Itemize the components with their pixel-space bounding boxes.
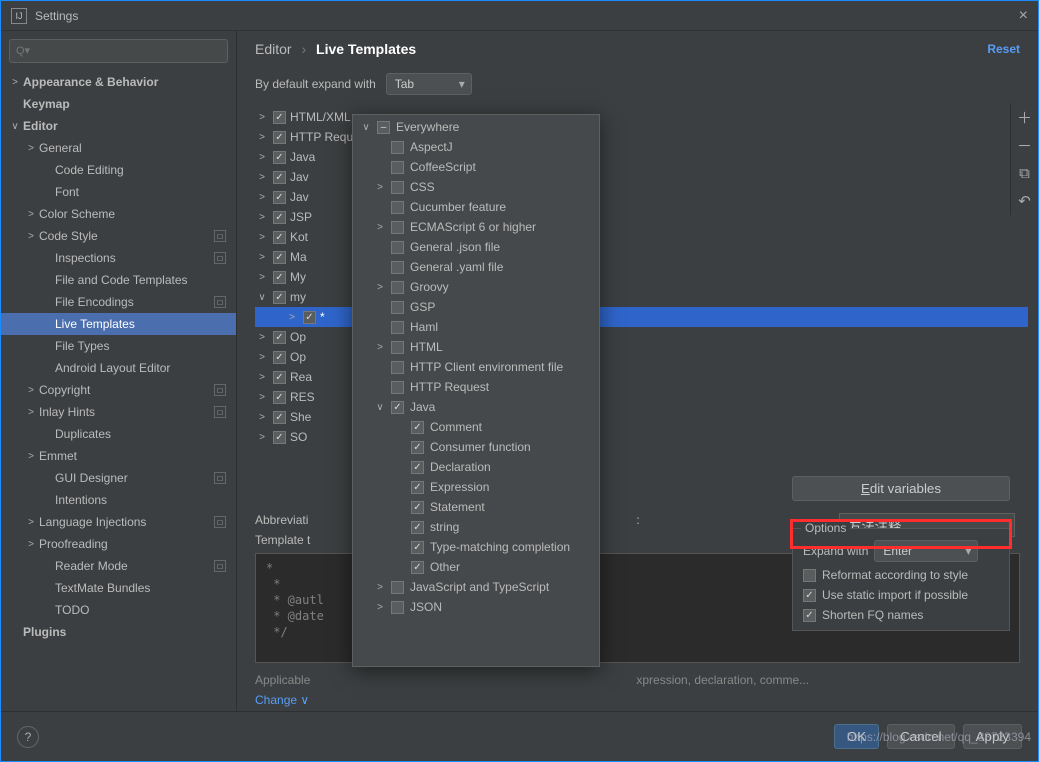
applicable-label: Applicable (255, 673, 310, 687)
sidebar-item[interactable]: Live Templates (1, 313, 236, 335)
popup-item[interactable]: CoffeeScript (353, 157, 599, 177)
sidebar-item[interactable]: TODO (1, 599, 236, 621)
static-import-label: Use static import if possible (822, 588, 968, 602)
abbrev-label: Abbreviati (255, 513, 308, 527)
sidebar-item[interactable]: Keymap (1, 93, 236, 115)
popup-item[interactable]: ∨Everywhere (353, 117, 599, 137)
cancel-button[interactable]: Cancel (887, 724, 955, 749)
remove-icon[interactable]: － (1011, 131, 1038, 159)
popup-item[interactable]: Comment (353, 417, 599, 437)
desc-label: : (636, 513, 639, 527)
edit-variables-button[interactable]: EEdit variablesdit variables (792, 476, 1010, 501)
popup-item[interactable]: Haml (353, 317, 599, 337)
sidebar-item[interactable]: >Proofreading (1, 533, 236, 555)
applicable-context: xpression, declaration, comme... (636, 673, 809, 687)
popup-item[interactable]: HTTP Request (353, 377, 599, 397)
default-expand-select[interactable]: Tab (386, 73, 472, 95)
settings-tree[interactable]: >Appearance & BehaviorKeymap∨Editor>Gene… (1, 67, 236, 711)
popup-item[interactable]: >ECMAScript 6 or higher (353, 217, 599, 237)
template-text-label: Template t (255, 533, 310, 547)
change-link[interactable]: Change ∨ (255, 693, 309, 707)
breadcrumb-root: Editor (255, 41, 292, 57)
popup-item[interactable]: Type-matching completion (353, 537, 599, 557)
ok-button[interactable]: OK (834, 724, 879, 749)
sidebar-item[interactable]: >Emmet (1, 445, 236, 467)
popup-item[interactable]: Cucumber feature (353, 197, 599, 217)
popup-item[interactable]: Statement (353, 497, 599, 517)
sidebar-item[interactable]: Android Layout Editor (1, 357, 236, 379)
close-icon[interactable]: × (1019, 7, 1028, 25)
reformat-checkbox[interactable] (803, 569, 816, 582)
sidebar-item[interactable]: >Code Style□ (1, 225, 236, 247)
sidebar-item[interactable]: File Encodings□ (1, 291, 236, 313)
search-input[interactable] (9, 39, 228, 63)
reset-link[interactable]: Reset (987, 42, 1020, 56)
popup-item[interactable]: Declaration (353, 457, 599, 477)
popup-item[interactable]: General .yaml file (353, 257, 599, 277)
options-group: Options Expand with Enter Reformat accor… (792, 528, 1010, 631)
popup-item[interactable]: >CSS (353, 177, 599, 197)
reformat-label: Reformat according to style (822, 568, 968, 582)
popup-item[interactable]: >HTML (353, 337, 599, 357)
window-title: Settings (35, 9, 78, 23)
context-popup[interactable]: ∨EverywhereAspectJCoffeeScript>CSSCucumb… (352, 114, 600, 667)
popup-item[interactable]: AspectJ (353, 137, 599, 157)
help-icon[interactable]: ? (17, 726, 39, 748)
sidebar-item[interactable]: Plugins (1, 621, 236, 643)
app-icon: IJ (11, 8, 27, 24)
popup-item[interactable]: Other (353, 557, 599, 577)
sidebar-item[interactable]: Intentions (1, 489, 236, 511)
popup-item[interactable]: >JSON (353, 597, 599, 617)
default-expand-label: By default expand with (255, 77, 376, 91)
sidebar-item[interactable]: File and Code Templates (1, 269, 236, 291)
sidebar-item[interactable]: Reader Mode□ (1, 555, 236, 577)
sidebar-item[interactable]: Inspections□ (1, 247, 236, 269)
popup-item[interactable]: >Groovy (353, 277, 599, 297)
shorten-label: Shorten FQ names (822, 608, 923, 622)
sidebar-item[interactable]: >Color Scheme (1, 203, 236, 225)
popup-item[interactable]: Expression (353, 477, 599, 497)
sidebar-item[interactable]: File Types (1, 335, 236, 357)
copy-icon[interactable]: ⧉ (1011, 159, 1038, 187)
popup-item[interactable]: Consumer function (353, 437, 599, 457)
popup-item[interactable]: GSP (353, 297, 599, 317)
sidebar-item[interactable]: Duplicates (1, 423, 236, 445)
sidebar-item[interactable]: >Language Injections□ (1, 511, 236, 533)
popup-item[interactable]: HTTP Client environment file (353, 357, 599, 377)
sidebar-item[interactable]: GUI Designer□ (1, 467, 236, 489)
right-toolbar: ＋ － ⧉ ↶ (1010, 103, 1038, 215)
breadcrumb: Editor › Live Templates (255, 41, 416, 57)
shorten-checkbox[interactable] (803, 609, 816, 622)
popup-item[interactable]: General .json file (353, 237, 599, 257)
sidebar: >Appearance & BehaviorKeymap∨Editor>Gene… (1, 31, 237, 711)
apply-button[interactable]: Apply (963, 724, 1022, 749)
sidebar-item[interactable]: >Inlay Hints□ (1, 401, 236, 423)
sidebar-item[interactable]: TextMate Bundles (1, 577, 236, 599)
revert-icon[interactable]: ↶ (1011, 187, 1038, 215)
expand-with-label: Expand with (803, 544, 868, 558)
add-icon[interactable]: ＋ (1011, 103, 1038, 131)
sidebar-item[interactable]: Font (1, 181, 236, 203)
sidebar-item[interactable]: >General (1, 137, 236, 159)
sidebar-item[interactable]: >Appearance & Behavior (1, 71, 236, 93)
titlebar: IJ Settings × (1, 1, 1038, 31)
sidebar-item[interactable]: >Copyright□ (1, 379, 236, 401)
sidebar-item[interactable]: Code Editing (1, 159, 236, 181)
popup-item[interactable]: string (353, 517, 599, 537)
sidebar-item[interactable]: ∨Editor (1, 115, 236, 137)
expand-with-select[interactable]: Enter (874, 540, 978, 562)
options-legend: Options (801, 521, 850, 535)
popup-item[interactable]: >JavaScript and TypeScript (353, 577, 599, 597)
popup-item[interactable]: ∨Java (353, 397, 599, 417)
breadcrumb-current: Live Templates (316, 41, 416, 57)
static-import-checkbox[interactable] (803, 589, 816, 602)
